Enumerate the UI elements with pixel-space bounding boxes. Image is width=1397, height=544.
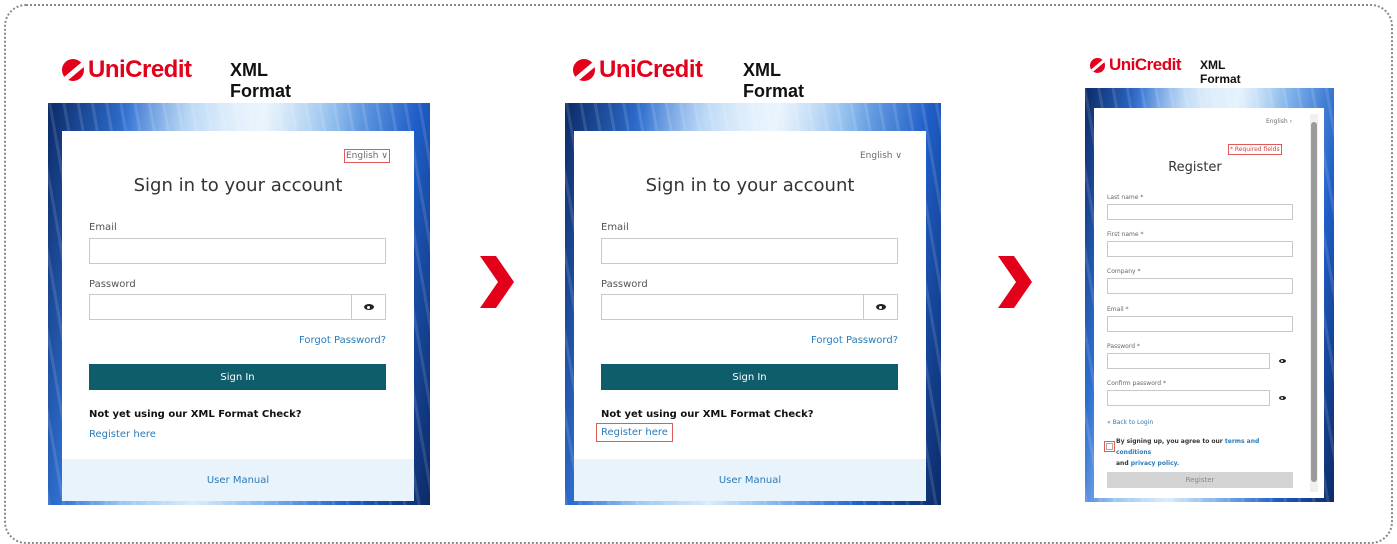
unicredit-logo: UniCredit [573, 56, 703, 84]
email-field[interactable] [1107, 316, 1293, 332]
user-manual-link[interactable]: User Manual [62, 459, 414, 501]
eye-icon [1278, 396, 1286, 400]
show-password-button[interactable] [1271, 353, 1293, 369]
required-fields-note: * Required fields [1228, 144, 1282, 155]
language-selector[interactable]: English ∨ [344, 149, 390, 163]
confirm-password-label: Confirm password * [1107, 380, 1166, 387]
logo-text: UniCredit [599, 56, 703, 83]
chevron-down-icon: › [1289, 118, 1292, 125]
register-heading: Register [1168, 160, 1222, 175]
register-link[interactable]: Register here [596, 423, 673, 442]
register-link[interactable]: Register here [89, 429, 156, 440]
email-label: Email [601, 222, 629, 233]
unicredit-logo-icon [1090, 57, 1105, 73]
confirm-password-field[interactable] [1107, 390, 1270, 406]
chevron-right-icon [480, 256, 514, 308]
forgot-password-link[interactable]: Forgot Password? [299, 335, 386, 346]
last-name-label: Last name * [1107, 194, 1144, 201]
email-field[interactable] [89, 238, 386, 264]
register-button[interactable]: Register [1107, 472, 1293, 488]
password-label: Password [601, 279, 648, 290]
user-manual-link[interactable]: User Manual [574, 459, 926, 501]
signin-card: English ∨ Sign in to your account Email … [62, 131, 414, 501]
scrollbar-thumb[interactable] [1311, 122, 1317, 482]
company-field[interactable] [1107, 278, 1293, 294]
logo-text: UniCredit [88, 56, 192, 83]
forgot-password-link[interactable]: Forgot Password? [811, 335, 898, 346]
password-label: Password * [1107, 343, 1140, 350]
consent-checkbox[interactable] [1104, 441, 1115, 452]
signup-question: Not yet using our XML Format Check? [601, 409, 814, 420]
email-field[interactable] [601, 238, 898, 264]
password-field[interactable] [89, 294, 352, 320]
show-password-button[interactable] [864, 294, 898, 320]
back-to-login-link[interactable]: « Back to Login [1107, 419, 1153, 426]
email-label: Email [89, 222, 117, 233]
scrollbar-track[interactable] [1310, 114, 1318, 492]
email-label: Email * [1107, 306, 1129, 313]
sign-in-button[interactable]: Sign In [601, 364, 898, 390]
logo-text: UniCredit [1109, 55, 1182, 74]
chevron-down-icon: ∨ [895, 151, 902, 161]
eye-icon [363, 304, 374, 310]
chevron-right-icon [998, 256, 1032, 308]
show-password-button[interactable] [352, 294, 386, 320]
unicredit-logo: UniCredit [62, 56, 192, 84]
unicredit-logo-icon [62, 59, 84, 81]
password-field[interactable] [601, 294, 864, 320]
first-name-label: First name * [1107, 231, 1144, 238]
privacy-link[interactable]: privacy policy. [1131, 460, 1180, 467]
signin-heading: Sign in to your account [645, 175, 855, 196]
language-selector[interactable]: English ∨ [860, 151, 902, 161]
signin-heading: Sign in to your account [133, 175, 343, 196]
password-label: Password [89, 279, 136, 290]
last-name-field[interactable] [1107, 204, 1293, 220]
language-selector[interactable]: English › [1266, 118, 1292, 125]
unicredit-logo: UniCredit [1090, 55, 1182, 75]
register-card: English › * Required fields Register Las… [1094, 108, 1324, 498]
unicredit-logo-icon [573, 59, 595, 81]
eye-icon [1278, 359, 1286, 363]
signup-question: Not yet using our XML Format Check? [89, 409, 302, 420]
chevron-down-icon: ∨ [381, 151, 388, 161]
signin-card: English ∨ Sign in to your account Email … [574, 131, 926, 501]
company-label: Company * [1107, 268, 1141, 275]
first-name-field[interactable] [1107, 241, 1293, 257]
password-field[interactable] [1107, 353, 1270, 369]
show-confirm-password-button[interactable] [1271, 390, 1293, 406]
sign-in-button[interactable]: Sign In [89, 364, 386, 390]
consent-text: By signing up, you agree to our terms an… [1116, 438, 1260, 467]
eye-icon [875, 304, 886, 310]
